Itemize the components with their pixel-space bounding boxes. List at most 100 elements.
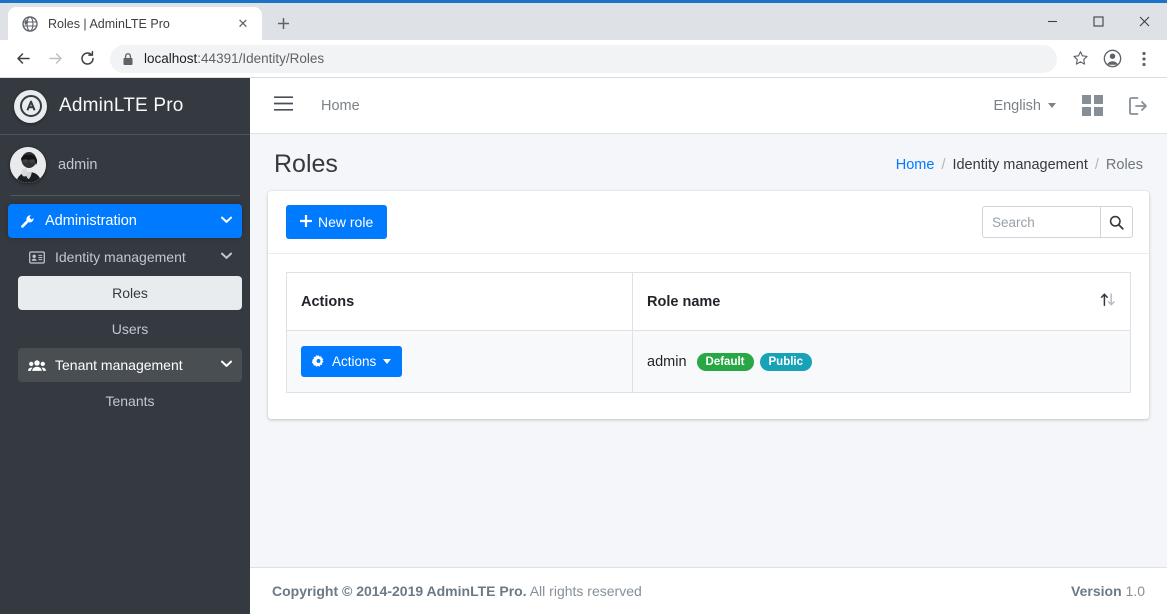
kebab-menu-icon[interactable] bbox=[1129, 44, 1159, 74]
row-actions-dropdown[interactable]: Actions bbox=[301, 346, 403, 377]
sidebar-subnav-tenant: Tenants bbox=[18, 384, 242, 418]
column-header-actions: Actions bbox=[285, 272, 634, 331]
plus-icon bbox=[299, 214, 313, 229]
sidebar-item-users[interactable]: Users bbox=[18, 312, 242, 346]
table-body: Actions admin Default Public bbox=[285, 330, 1131, 393]
sidebar-item-administration[interactable]: Administration bbox=[8, 204, 242, 238]
back-button[interactable] bbox=[8, 44, 38, 74]
lock-icon bbox=[122, 52, 134, 66]
footer-version-value: 1.0 bbox=[1125, 583, 1145, 599]
sidebar-subnav-administration: Identity management Roles Users Tenant m… bbox=[8, 240, 242, 418]
star-icon[interactable] bbox=[1065, 44, 1095, 74]
tab-title: Roles | AdminLTE Pro bbox=[48, 16, 170, 31]
app-root: AdminLTE Pro admin Administration Identi… bbox=[0, 78, 1167, 614]
card-toolbar: New role bbox=[268, 191, 1149, 254]
address-bar[interactable]: localhost:44391/Identity/Roles bbox=[110, 44, 1057, 73]
tab-close-icon[interactable]: ✕ bbox=[234, 15, 252, 33]
browser-toolbar: localhost:44391/Identity/Roles bbox=[0, 40, 1167, 78]
avatar bbox=[10, 147, 46, 183]
gear-icon bbox=[312, 355, 325, 368]
sidebar-item-label: Identity management bbox=[55, 249, 186, 265]
sidebar-item-label: Roles bbox=[112, 285, 148, 301]
language-dropdown[interactable]: English bbox=[993, 98, 1056, 114]
chevron-down-icon bbox=[221, 359, 232, 371]
footer-version-label: Version bbox=[1071, 583, 1122, 599]
apps-grid-icon[interactable] bbox=[1082, 95, 1103, 116]
browser-titlebar: Roles | AdminLTE Pro ✕ bbox=[0, 0, 1167, 40]
footer-version: Version 1.0 bbox=[1071, 583, 1145, 599]
breadcrumb-separator: / bbox=[941, 156, 946, 173]
breadcrumb-separator: / bbox=[1094, 156, 1099, 173]
status-badge-public: Public bbox=[759, 352, 813, 371]
column-label: Actions bbox=[301, 293, 355, 310]
footer-copyright: Copyright © 2014-2019 AdminLTE Pro. All … bbox=[272, 583, 642, 599]
sidebar-user-name: admin bbox=[58, 157, 98, 173]
search-group bbox=[982, 206, 1133, 238]
breadcrumb-item-home[interactable]: Home bbox=[896, 157, 935, 173]
sidebar-subnav-identity: Roles Users bbox=[18, 276, 242, 346]
users-icon bbox=[28, 359, 46, 372]
window-close-button[interactable] bbox=[1121, 3, 1167, 40]
column-header-role-name[interactable]: Role name bbox=[632, 272, 1131, 331]
footer-copyright-bold: Copyright © 2014-2019 AdminLTE Pro. bbox=[272, 583, 527, 599]
language-label: English bbox=[993, 97, 1041, 114]
sidebar-user-panel[interactable]: admin bbox=[0, 135, 250, 195]
sidebar-item-label: Tenant management bbox=[55, 357, 183, 373]
content-wrapper: Home English Roles Home / Identity manag… bbox=[250, 78, 1167, 614]
sidebar-nav: Administration Identity management Roles… bbox=[0, 195, 250, 614]
breadcrumb: Home / Identity management / Roles bbox=[896, 157, 1143, 173]
id-card-icon bbox=[28, 250, 46, 264]
toolbar-right-actions bbox=[1065, 44, 1159, 74]
search-input[interactable] bbox=[982, 206, 1100, 238]
chevron-down-icon bbox=[383, 359, 392, 364]
column-label: Role name bbox=[647, 293, 721, 310]
roles-card: New role Search Actions Role name Action… bbox=[268, 191, 1149, 419]
page-title: Roles bbox=[274, 150, 338, 178]
chevron-down-icon bbox=[1048, 103, 1056, 108]
window-maximize-button[interactable] bbox=[1075, 3, 1121, 40]
reload-button[interactable] bbox=[72, 44, 102, 74]
wrench-icon bbox=[18, 214, 36, 229]
page-footer: Copyright © 2014-2019 AdminLTE Pro. All … bbox=[250, 567, 1167, 614]
account-icon[interactable] bbox=[1097, 44, 1127, 74]
new-role-label: New role bbox=[318, 214, 374, 230]
sidebar-item-identity-management[interactable]: Identity management bbox=[18, 240, 242, 274]
hamburger-icon[interactable] bbox=[274, 95, 293, 116]
page-header: Roles Home / Identity management / Roles bbox=[250, 134, 1167, 191]
top-navbar: Home English bbox=[250, 78, 1167, 134]
roles-table: Actions Role name Actions admin Default … bbox=[285, 272, 1131, 393]
cell-role-name: admin Default Public bbox=[632, 330, 1131, 393]
address-text: localhost:44391/Identity/Roles bbox=[144, 51, 324, 66]
sign-out-icon[interactable] bbox=[1129, 96, 1149, 115]
address-path: :44391/Identity/Roles bbox=[197, 51, 325, 66]
nav-divider bbox=[10, 195, 240, 196]
footer-copyright-rest: All rights reserved bbox=[529, 583, 642, 599]
search-icon bbox=[1109, 215, 1124, 230]
sidebar-brand[interactable]: AdminLTE Pro bbox=[0, 78, 250, 135]
row-actions-label: Actions bbox=[332, 354, 377, 369]
sidebar-item-roles[interactable]: Roles bbox=[18, 276, 242, 310]
breadcrumb-item-identity-management[interactable]: Identity management bbox=[952, 157, 1087, 173]
sidebar-item-tenant-management[interactable]: Tenant management bbox=[18, 348, 242, 382]
window-minimize-button[interactable] bbox=[1029, 3, 1075, 40]
role-name-text: admin bbox=[647, 353, 687, 370]
table-header-row: Actions Role name bbox=[285, 272, 1131, 331]
sidebar-item-label: Users bbox=[111, 321, 149, 337]
forward-button[interactable] bbox=[40, 44, 70, 74]
card-body: Actions Role name Actions admin Default … bbox=[268, 254, 1149, 419]
chevron-down-icon bbox=[221, 251, 232, 263]
table-head: Actions Role name bbox=[285, 272, 1131, 331]
search-button[interactable] bbox=[1100, 206, 1133, 238]
navbar-right: English bbox=[993, 95, 1149, 116]
main-content: New role Search Actions Role name Action… bbox=[250, 191, 1167, 567]
sort-updown-icon[interactable] bbox=[1100, 292, 1116, 311]
tab-strip: Roles | AdminLTE Pro ✕ bbox=[0, 3, 298, 40]
browser-tab[interactable]: Roles | AdminLTE Pro ✕ bbox=[8, 7, 262, 40]
navbar-home-link[interactable]: Home bbox=[321, 98, 360, 114]
status-badge-default: Default bbox=[696, 352, 754, 371]
new-tab-button[interactable] bbox=[268, 8, 298, 38]
new-role-button[interactable]: New role bbox=[286, 205, 388, 239]
sidebar-item-tenants[interactable]: Tenants bbox=[18, 384, 242, 418]
sidebar-item-label: Administration bbox=[45, 213, 137, 229]
brand-logo-icon bbox=[14, 89, 47, 123]
